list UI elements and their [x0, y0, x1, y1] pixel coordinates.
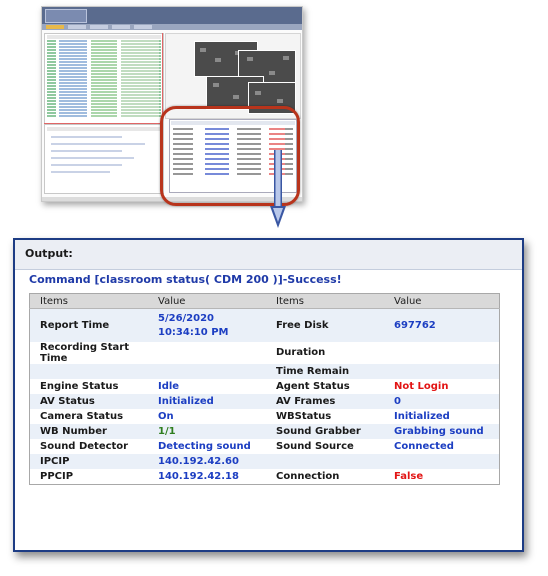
output-panel-header: [15, 240, 522, 270]
table-row: AV Status Initialized AV Frames 0: [29, 393, 500, 409]
item-label: WB Number: [29, 423, 148, 439]
item-value: Initialized: [148, 393, 266, 409]
item-value: Initialized: [394, 410, 450, 422]
item-value: On: [158, 410, 174, 422]
app-logo: [45, 9, 87, 23]
item-label: Sound Detector: [40, 440, 129, 452]
item-value: [384, 363, 500, 379]
table-row: IPCIP 140.192.42.60: [29, 453, 500, 469]
item-label: Duration: [276, 347, 326, 358]
table-header-row: Items Value Items Value: [29, 293, 500, 309]
command-result: Command [classroom status( CDM 200 )]-Su…: [29, 273, 342, 286]
item-label: Sound Source: [276, 440, 354, 452]
nav-bar: [42, 24, 302, 30]
column-header: Value: [384, 293, 500, 309]
item-value: 140.192.42.60: [148, 453, 266, 469]
column-header: Value: [148, 293, 266, 309]
item-value: Connected: [394, 440, 454, 452]
item-label: [266, 453, 384, 469]
nav-tab[interactable]: [112, 25, 130, 29]
item-value: [384, 453, 500, 469]
down-arrow-icon: [270, 150, 286, 228]
divider-line: [44, 123, 162, 124]
item-label: AV Frames: [266, 393, 384, 409]
nav-tab[interactable]: [134, 25, 152, 29]
column-header: Items: [29, 293, 148, 309]
item-value: Grabbing sound: [384, 423, 500, 439]
item-label: Camera Status: [40, 410, 124, 422]
output-title: Output:: [25, 247, 73, 260]
item-value: 140.192.42.18: [158, 470, 239, 482]
item-value: Detecting sound: [158, 440, 251, 452]
item-label: Free Disk: [266, 308, 384, 342]
item-label: Recording Start Time: [40, 341, 129, 364]
item-label: Agent Status: [276, 380, 350, 392]
nav-tab[interactable]: [46, 25, 64, 29]
item-label: Report Time: [29, 308, 148, 342]
output-panel: Output: Command [classroom status( CDM 2…: [13, 238, 524, 552]
column-header: Items: [266, 293, 384, 309]
table-row: Engine Status Idle Agent Status Not Logi…: [30, 379, 500, 394]
item-label: AV Status: [29, 393, 148, 409]
table-row: Recording Start Time Duration: [30, 342, 500, 364]
table-row: Camera Status On WBStatus Initialized: [30, 409, 500, 424]
item-value: [148, 363, 266, 379]
item-value: 0: [384, 393, 500, 409]
item-value: Idle: [158, 380, 180, 392]
item-value: False: [394, 470, 424, 482]
classroom-list-panel: [44, 33, 164, 125]
table-row: Time Remain: [29, 363, 500, 379]
command-panel: [44, 124, 164, 194]
app-header: [42, 7, 302, 24]
item-label: Sound Grabber: [266, 423, 384, 439]
item-value: 1/1: [148, 423, 266, 439]
status-table: Items Value Items Value Report Time 5/26…: [29, 293, 500, 485]
item-label: PPCIP: [40, 470, 74, 482]
item-label: Connection: [276, 470, 340, 482]
table-row: Sound Detector Detecting sound Sound Sou…: [30, 439, 500, 454]
item-label: IPCIP: [29, 453, 148, 469]
table-row: Report Time 5/26/2020 10:34:10 PM Free D…: [29, 308, 500, 342]
item-value: [148, 342, 266, 364]
item-label: WBStatus: [276, 410, 332, 422]
item-value: 697762: [384, 308, 500, 342]
item-value: [384, 342, 500, 364]
table-row: WB Number 1/1 Sound Grabber Grabbing sou…: [29, 423, 500, 439]
item-label: Time Remain: [266, 363, 384, 379]
item-value: 5/26/2020 10:34:10 PM: [148, 308, 266, 342]
item-label: [29, 363, 148, 379]
item-label: Engine Status: [40, 380, 119, 392]
nav-tab[interactable]: [90, 25, 108, 29]
table-row: PPCIP 140.192.42.18 Connection False: [30, 469, 500, 485]
item-value: Not Login: [394, 380, 449, 392]
nav-tab[interactable]: [68, 25, 86, 29]
